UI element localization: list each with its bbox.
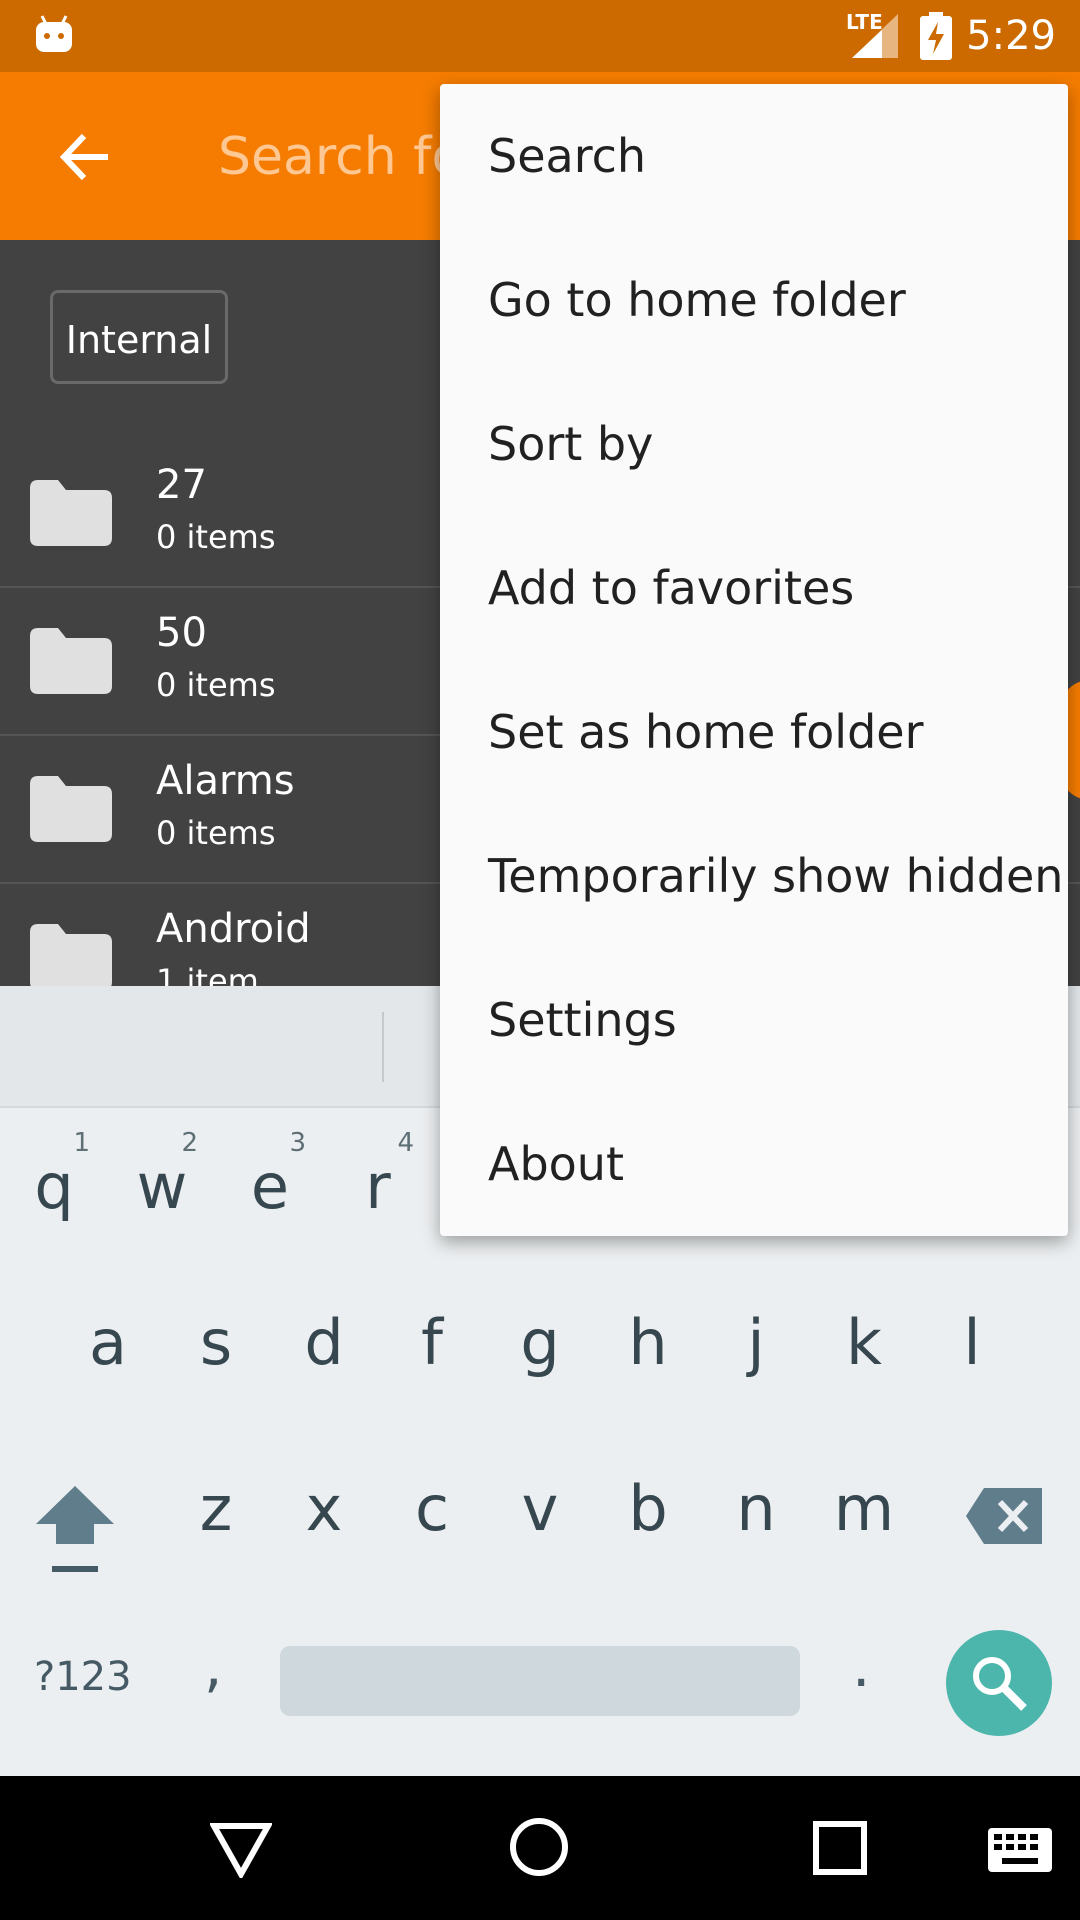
key-hint: 2 <box>181 1128 198 1158</box>
shift-icon[interactable] <box>36 1486 114 1576</box>
menu-item-add-to-favorites[interactable]: Add to favorites <box>440 516 1068 660</box>
key-z[interactable]: z <box>166 1472 266 1592</box>
battery-charging-icon <box>920 12 952 60</box>
key-k[interactable]: k <box>814 1306 914 1426</box>
keyboard-search-button[interactable] <box>946 1630 1052 1736</box>
folder-name: Android <box>156 906 311 952</box>
key-hint: 3 <box>289 1128 306 1158</box>
folder-item-count: 0 items <box>156 666 276 704</box>
key-r[interactable]: 4 r <box>328 1128 428 1270</box>
folder-icon <box>30 628 112 694</box>
android-debug-icon <box>36 15 72 52</box>
recents-square-icon[interactable] <box>812 1820 868 1876</box>
folder-icon <box>30 480 112 546</box>
key-s[interactable]: s <box>166 1306 266 1426</box>
key-g[interactable]: g <box>490 1306 590 1426</box>
navigation-bar <box>0 1776 1080 1920</box>
menu-item-set-as-home-folder[interactable]: Set as home folder <box>440 660 1068 804</box>
period-key[interactable]: . <box>852 1632 870 1700</box>
key-b[interactable]: b <box>598 1472 698 1592</box>
folder-icon <box>30 924 112 986</box>
key-l[interactable]: l <box>922 1306 1022 1426</box>
status-bar: LTE 5:29 <box>0 0 1080 72</box>
folder-name: 27 <box>156 462 207 508</box>
menu-item-temporarily-show-hidden[interactable]: Temporarily show hidden <box>440 804 1068 948</box>
folder-name: 50 <box>156 610 207 656</box>
menu-item-go-to-home-folder[interactable]: Go to home folder <box>440 228 1068 372</box>
folder-icon <box>30 776 112 842</box>
menu-item-about[interactable]: About <box>440 1092 1068 1236</box>
home-circle-icon[interactable] <box>508 1816 570 1878</box>
back-arrow-icon[interactable] <box>58 130 112 184</box>
key-q[interactable]: 1 q <box>4 1128 104 1270</box>
signal-icon <box>852 14 898 58</box>
spacebar[interactable] <box>280 1646 800 1716</box>
clock: 5:29 <box>966 13 1056 59</box>
suggestion-divider <box>382 1012 384 1082</box>
backspace-icon[interactable] <box>966 1488 1042 1544</box>
search-icon <box>973 1657 1027 1711</box>
key-w[interactable]: 2 w <box>112 1128 212 1270</box>
folder-name: Alarms <box>156 758 295 804</box>
back-triangle-icon[interactable] <box>210 1822 272 1878</box>
key-label: w <box>136 1150 188 1223</box>
key-hint: 4 <box>397 1128 414 1158</box>
comma-key[interactable]: , <box>204 1632 222 1700</box>
folder-item-count: 0 items <box>156 518 276 556</box>
menu-item-settings[interactable]: Settings <box>440 948 1068 1092</box>
key-a[interactable]: a <box>58 1306 158 1426</box>
key-v[interactable]: v <box>490 1472 590 1592</box>
folder-item-count: 0 items <box>156 814 276 852</box>
key-hint: 1 <box>73 1128 90 1158</box>
key-m[interactable]: m <box>814 1472 914 1592</box>
key-f[interactable]: f <box>382 1306 482 1426</box>
key-j[interactable]: j <box>706 1306 806 1426</box>
key-n[interactable]: n <box>706 1472 806 1592</box>
key-d[interactable]: d <box>274 1306 374 1426</box>
storage-chip-internal[interactable]: Internal <box>50 290 228 384</box>
key-label: e <box>250 1150 290 1223</box>
keyboard-icon[interactable] <box>988 1828 1052 1872</box>
menu-item-search[interactable]: Search <box>440 84 1068 228</box>
overflow-menu: Search Go to home folder Sort by Add to … <box>440 84 1068 1236</box>
key-label: r <box>365 1150 391 1223</box>
key-e[interactable]: 3 e <box>220 1128 320 1270</box>
key-label: q <box>34 1150 74 1223</box>
menu-item-sort-by[interactable]: Sort by <box>440 372 1068 516</box>
symbols-key[interactable]: ?123 <box>34 1654 132 1700</box>
key-c[interactable]: c <box>382 1472 482 1592</box>
folder-item-count: 1 item <box>156 962 259 986</box>
key-x[interactable]: x <box>274 1472 374 1592</box>
key-h[interactable]: h <box>598 1306 698 1426</box>
